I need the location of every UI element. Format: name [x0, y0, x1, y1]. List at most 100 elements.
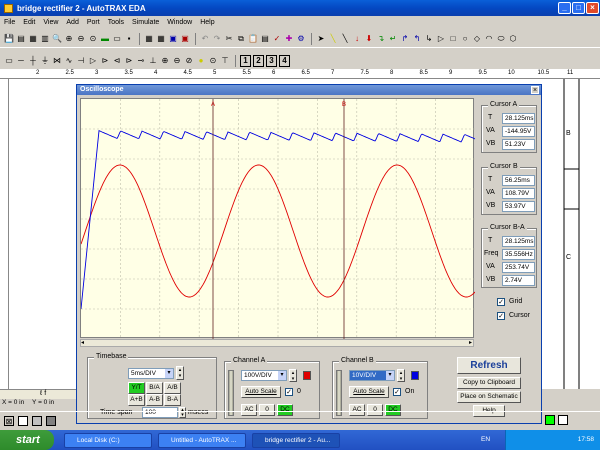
zoom-icon[interactable]: 🔍	[52, 34, 62, 44]
select-arrow-icon[interactable]: ➤	[316, 34, 326, 44]
print-icon[interactable]: ▤	[16, 34, 26, 44]
netlist-icon[interactable]: ▣	[168, 34, 178, 44]
scope-icon[interactable]: ⊙	[208, 56, 218, 66]
task-bridge-rectifier[interactable]: bridge rectifier 2 - Au...	[252, 433, 340, 448]
copy-icon[interactable]: ⧉	[236, 34, 246, 44]
color-gray[interactable]	[46, 415, 56, 426]
menu-file[interactable]: File	[4, 19, 15, 26]
sheet-tab-icon[interactable]: ℓ f	[40, 390, 46, 397]
ground-icon[interactable]: ⏚	[40, 56, 50, 66]
minimize-button[interactable]: _	[558, 2, 571, 14]
meter-icon[interactable]: ⊖	[172, 56, 182, 66]
circle-icon[interactable]: ○	[460, 34, 470, 44]
layer-3-button[interactable]: 3	[266, 54, 277, 67]
wire-tool-icon[interactable]: ─	[16, 56, 26, 66]
arrow-down-icon[interactable]: ⬇	[364, 34, 374, 44]
color-silver[interactable]	[32, 415, 42, 426]
check-icon[interactable]: ✓	[272, 34, 282, 44]
line-icon[interactable]: ╲	[340, 34, 350, 44]
menu-simulate[interactable]: Simulate	[132, 19, 159, 26]
bend-blue2-icon[interactable]: ↰	[412, 34, 422, 44]
no-color-icon[interactable]: ⊠	[4, 415, 14, 426]
layer-4-button[interactable]: 4	[279, 54, 290, 67]
close-button[interactable]: ×	[586, 2, 599, 14]
channel-b-on-checkbox[interactable]: ✓	[393, 388, 401, 396]
color-white-2[interactable]	[558, 415, 568, 425]
paste-special-icon[interactable]: ▤	[260, 34, 270, 44]
channel-a-offset-slider[interactable]	[228, 370, 234, 416]
task-local-disk[interactable]: Local Disk (C:)	[64, 433, 152, 448]
resistor-icon[interactable]: ▭	[4, 56, 14, 66]
layer-icon[interactable]: ▭	[112, 34, 122, 44]
mode-a-plus-b-button[interactable]: A+B	[128, 394, 145, 406]
power-icon[interactable]: ⊤	[220, 56, 230, 66]
place-icon[interactable]: ✚	[284, 34, 294, 44]
paste-icon[interactable]: 📋	[248, 34, 258, 44]
chevron-down-icon[interactable]: ▾	[278, 371, 286, 380]
table2-icon[interactable]: ▦	[156, 34, 166, 44]
menu-port[interactable]: Port	[87, 19, 100, 26]
print-setup-icon[interactable]: ▥	[40, 34, 50, 44]
menu-view[interactable]: View	[43, 19, 58, 26]
menu-window[interactable]: Window	[167, 19, 192, 26]
menu-edit[interactable]: Edit	[23, 19, 35, 26]
zener-icon[interactable]: ⊲	[112, 56, 122, 66]
color-white[interactable]	[18, 415, 28, 426]
timebase-select[interactable]: 5ms/DIV ▾	[128, 368, 174, 379]
mode-ba-button[interactable]: B/A	[146, 382, 163, 394]
channel-b-autoscale-button[interactable]: Auto Scale	[349, 386, 389, 398]
shape-icon[interactable]: ⬡	[508, 34, 518, 44]
channel-b-spinner[interactable]: ▴ ▾	[397, 369, 405, 382]
sheet-tabs[interactable]: ℓ f	[0, 389, 76, 399]
copy-to-clipboard-button[interactable]: Copy to Clipboard	[457, 377, 521, 389]
print-preview-icon[interactable]: ▦	[28, 34, 38, 44]
rect-icon[interactable]: □	[448, 34, 458, 44]
undo-icon[interactable]: ↶	[200, 34, 210, 44]
junction-icon[interactable]: ┼	[28, 56, 38, 66]
channel-b-offset-slider[interactable]	[336, 370, 342, 416]
battery-icon[interactable]: ⊥	[148, 56, 158, 66]
timebase-spinner[interactable]: ▴ ▾	[176, 366, 184, 380]
capacitor-icon[interactable]: ⊣	[76, 56, 86, 66]
language-indicator[interactable]: EN	[481, 430, 490, 450]
task-untitled-autotrax[interactable]: Untitled - AutoTRAX ...	[158, 433, 246, 448]
table-icon[interactable]: ▦	[144, 34, 154, 44]
oscilloscope-close-button[interactable]: ×	[531, 86, 539, 94]
source-icon[interactable]: ⊕	[160, 56, 170, 66]
cursor-checkbox[interactable]: ✓	[497, 312, 505, 320]
chevron-down-icon[interactable]: ▾	[165, 369, 173, 378]
probe-icon[interactable]: ⊘	[184, 56, 194, 66]
scope-display[interactable]: AB	[80, 98, 476, 339]
scope-scrollbar[interactable]: ◂ ▸	[80, 339, 474, 347]
lamp-icon[interactable]: ●	[196, 56, 206, 66]
diode-icon[interactable]: ▷	[88, 56, 98, 66]
route-icon[interactable]: ⚙	[296, 34, 306, 44]
bend-blue-icon[interactable]: ↱	[400, 34, 410, 44]
crystal-icon[interactable]: ⋈	[52, 56, 62, 66]
part-icon[interactable]: ▣	[180, 34, 190, 44]
menu-tools[interactable]: Tools	[108, 19, 124, 26]
arrow-down-red-icon[interactable]: ↓	[352, 34, 362, 44]
led-icon[interactable]: ⊳	[124, 56, 134, 66]
chevron-down-icon[interactable]: ▾	[386, 371, 394, 380]
mode-a-minus-b-button[interactable]: A-B	[146, 394, 163, 406]
grid-icon[interactable]: ▪	[124, 34, 134, 44]
wire-icon[interactable]: ╲	[328, 34, 338, 44]
refresh-button[interactable]: Refresh	[457, 357, 521, 374]
mode-yt-button[interactable]: Y/T	[128, 382, 145, 394]
redo-icon[interactable]: ↷	[212, 34, 222, 44]
menu-help[interactable]: Help	[200, 19, 214, 26]
start-button[interactable]: start	[0, 430, 54, 450]
layer-2-button[interactable]: 2	[253, 54, 264, 67]
arc-icon[interactable]: ◠	[484, 34, 494, 44]
mode-b-minus-a-button[interactable]: B-A	[164, 394, 181, 406]
maximize-button[interactable]: □	[572, 2, 585, 14]
channel-a-scale-select[interactable]: 100V/DIV ▾	[241, 370, 287, 381]
channel-b-scale-select[interactable]: 10V/DIV ▾	[349, 370, 395, 381]
zoom-fit-icon[interactable]: ⊙	[88, 34, 98, 44]
scroll-left-icon[interactable]: ◂	[81, 339, 84, 346]
bend-green2-icon[interactable]: ↵	[388, 34, 398, 44]
transistor-icon[interactable]: ⊳	[100, 56, 110, 66]
inductor-icon[interactable]: ∿	[64, 56, 74, 66]
diamond-icon[interactable]: ◇	[472, 34, 482, 44]
